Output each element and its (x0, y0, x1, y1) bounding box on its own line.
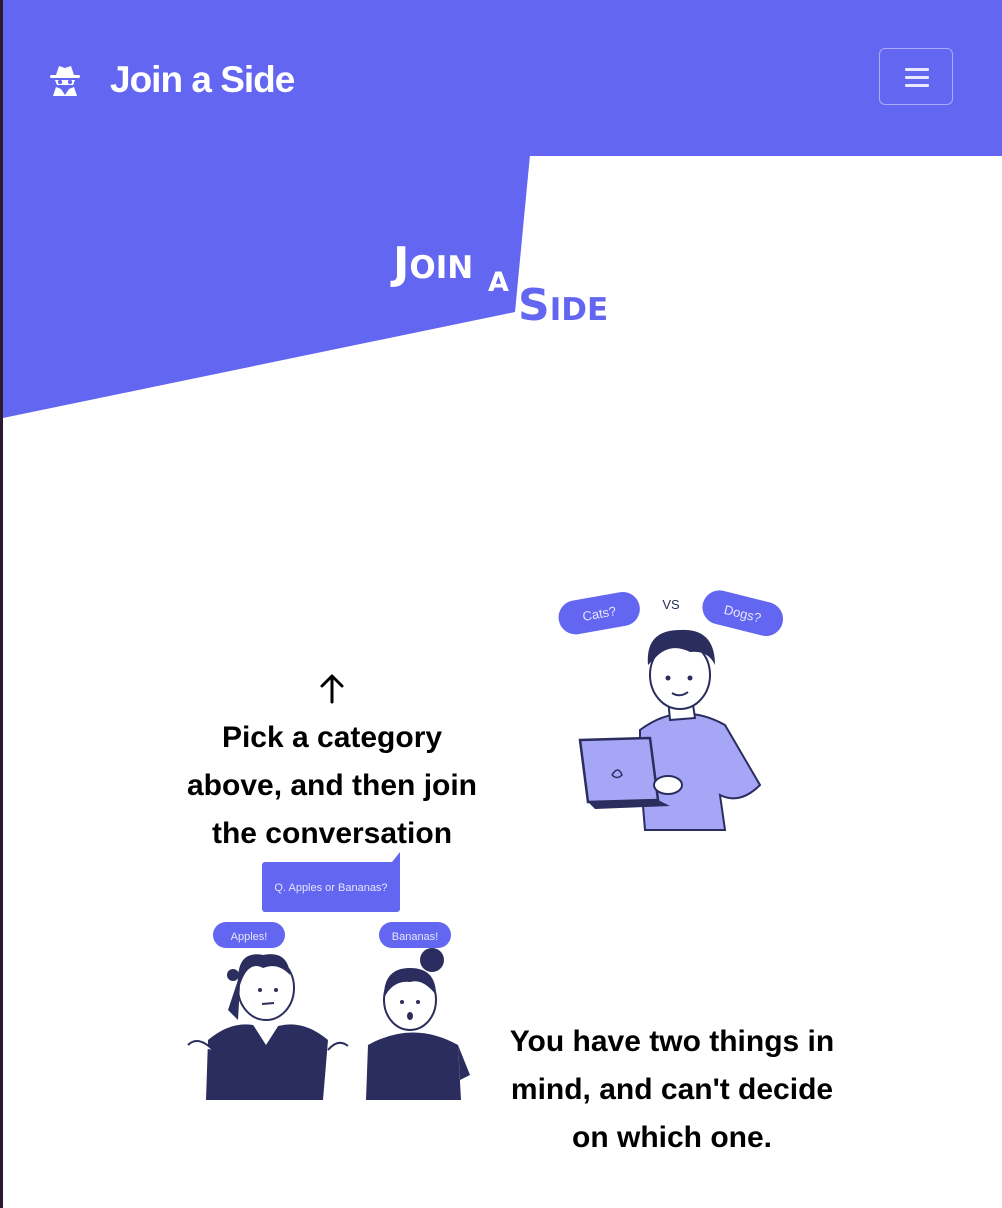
brand-title: Join a Side (110, 59, 295, 100)
bananas-bubble: Bananas! (379, 922, 451, 948)
question-bubble: Q. Apples or Bananas? (262, 852, 400, 912)
cats-bubble: Cats? (558, 591, 640, 635)
navbar: Join a Side (3, 0, 1002, 156)
spy-icon (50, 66, 80, 96)
logo-word-join: JOIN (393, 238, 474, 289)
apples-or-bananas-illustration: Q. Apples or Bananas? Apples! Bananas! (187, 852, 470, 1100)
svg-text:Apples!: Apples! (231, 931, 268, 943)
dogs-bubble: Dogs? (702, 590, 784, 637)
logo-word-side: SIDE (518, 280, 609, 331)
brand-link[interactable]: Join a Side (50, 52, 295, 108)
two-things-text: You have two things in mind, and can't d… (509, 1025, 835, 1154)
menu-toggle-button[interactable] (879, 48, 953, 105)
vs-label: VS (662, 597, 680, 612)
logo-word-a: A (488, 267, 509, 298)
pick-category-text: Pick a category above, and then join the… (186, 721, 478, 850)
svg-text:Bananas!: Bananas! (392, 931, 438, 943)
arrow-up-icon (320, 674, 344, 704)
apples-bubble: Apples! (213, 922, 285, 948)
svg-text:Q. Apples or Bananas?: Q. Apples or Bananas? (274, 882, 387, 894)
cats-vs-dogs-illustration: Cats? VS Dogs? (558, 590, 784, 831)
